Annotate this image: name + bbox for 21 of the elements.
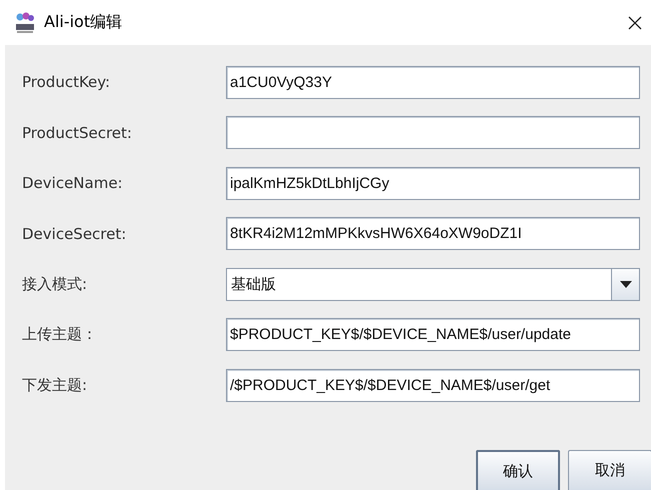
- text-field[interactable]: 8tKR4i2M12mMPKkvsHW6X64oXW9oDZ1I: [226, 217, 640, 250]
- field-label: DeviceSecret:: [22, 224, 128, 242]
- field-label: 下发主题:: [22, 376, 88, 394]
- field-label: 上传主题：: [22, 325, 98, 344]
- field-label: DeviceName:: [22, 174, 124, 192]
- field-label: ProductKey:: [22, 73, 112, 91]
- cancel-button[interactable]: 取消: [568, 450, 651, 490]
- text-field[interactable]: /$PRODUCT_KEY$/$DEVICE_NAME$/user/get: [226, 368, 640, 402]
- caret-icon: [620, 280, 632, 288]
- field-label: 接入模式:: [22, 274, 88, 294]
- text-field[interactable]: a1CU0VyQ33Y: [226, 66, 640, 98]
- field-label: ProductSecret:: [22, 124, 133, 142]
- app-logo-icon: [14, 12, 36, 34]
- dropdown-field[interactable]: 基础版: [226, 268, 640, 300]
- text-field[interactable]: $PRODUCT_KEY$/$DEVICE_NAME$/user/update: [226, 318, 640, 351]
- confirm-button[interactable]: 确认: [476, 450, 560, 490]
- dropdown-button[interactable]: [611, 268, 639, 300]
- text-field[interactable]: [226, 116, 640, 149]
- window-title: Ali-iot编辑: [44, 12, 124, 33]
- close-icon[interactable]: [627, 14, 643, 30]
- text-field[interactable]: ipalKmHZ5kDtLbhIjCGy: [226, 166, 640, 200]
